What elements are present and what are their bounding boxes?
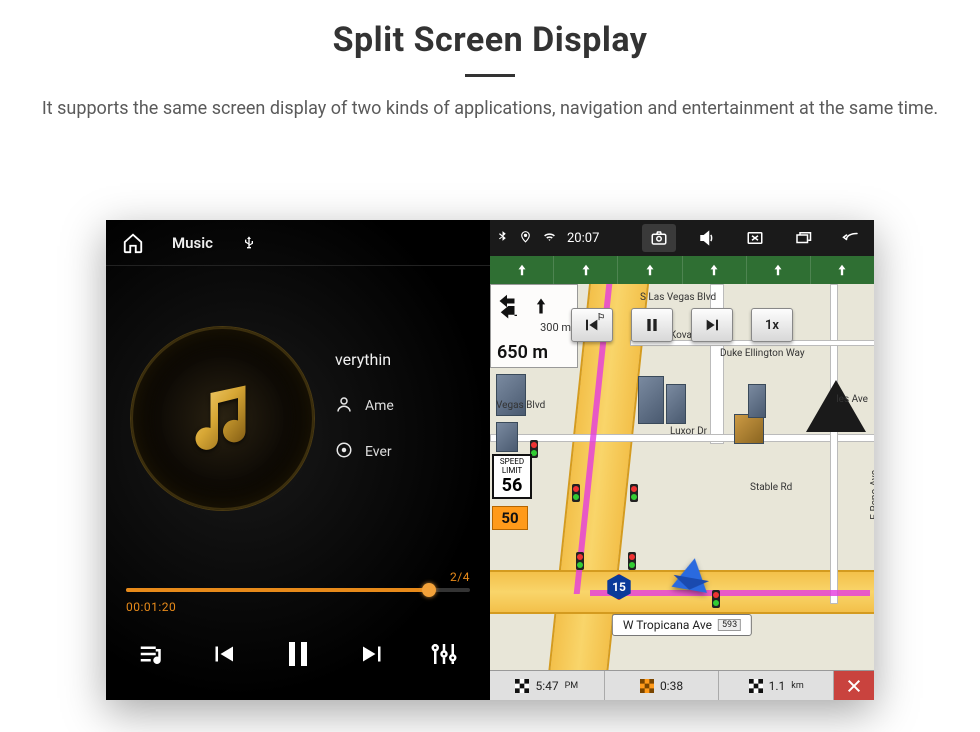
track-meta: verythin Ame Ever bbox=[335, 350, 486, 487]
previous-button[interactable] bbox=[208, 639, 238, 669]
footer-time-remaining[interactable]: 0:38 bbox=[605, 671, 720, 700]
location-icon bbox=[519, 230, 532, 247]
playlist-button[interactable] bbox=[137, 639, 167, 669]
turn-distance-far: 650 m bbox=[497, 342, 548, 363]
speed-limit-sign: SPEED LIMIT 56 bbox=[492, 454, 532, 499]
volume-button[interactable] bbox=[690, 224, 724, 252]
home-icon[interactable] bbox=[122, 232, 144, 254]
music-panel: Music bbox=[106, 220, 490, 700]
artist-name: Ame bbox=[365, 398, 394, 414]
page-subtitle: It supports the same screen display of t… bbox=[0, 95, 980, 122]
lane-arrow bbox=[618, 256, 682, 284]
page-title: Split Screen Display bbox=[0, 20, 980, 60]
turn-instruction: 300 m 650 m bbox=[490, 284, 578, 368]
music-body: verythin Ame Ever bbox=[106, 266, 490, 570]
sim-pause-button[interactable] bbox=[631, 308, 673, 342]
progress-slider[interactable] bbox=[126, 588, 470, 592]
title-divider bbox=[465, 74, 515, 77]
next-button[interactable] bbox=[358, 639, 388, 669]
street-label: S Las Vegas Blvd bbox=[640, 292, 716, 303]
elapsed-time: 00:01:20 bbox=[126, 600, 470, 614]
lane-guidance bbox=[490, 256, 874, 284]
status-bar: 20:07 bbox=[490, 220, 874, 256]
pause-button[interactable] bbox=[280, 636, 316, 672]
street-label: Vegas Blvd bbox=[496, 400, 545, 411]
turn-distance-near: 300 m bbox=[497, 321, 571, 334]
track-title: verythin bbox=[335, 350, 486, 369]
lane-arrow bbox=[747, 256, 811, 284]
album-name: Ever bbox=[365, 444, 392, 460]
device-frame: Music bbox=[106, 220, 874, 700]
nav-footer: 5:47 PM 0:38 1.1 km bbox=[490, 670, 874, 700]
back-button[interactable] bbox=[834, 224, 868, 252]
bluetooth-icon bbox=[496, 230, 509, 247]
music-topbar: Music bbox=[106, 220, 490, 266]
status-time: 20:07 bbox=[567, 231, 599, 246]
sim-skip-button[interactable] bbox=[691, 308, 733, 342]
recents-button[interactable] bbox=[786, 224, 820, 252]
street-label: Stable Rd bbox=[750, 482, 792, 493]
lane-arrow bbox=[683, 256, 747, 284]
lane-arrow bbox=[811, 256, 874, 284]
album-art bbox=[130, 326, 315, 511]
close-app-button[interactable] bbox=[738, 224, 772, 252]
sim-speed-button[interactable]: 1x bbox=[751, 308, 793, 342]
lane-arrow bbox=[490, 256, 554, 284]
sim-restart-button[interactable]: ⚐ bbox=[571, 308, 613, 342]
album-row: Ever bbox=[335, 441, 486, 463]
navigation-panel: 20:07 bbox=[490, 220, 874, 700]
wifi-icon bbox=[542, 230, 557, 247]
footer-distance[interactable]: 1.1 km bbox=[719, 671, 834, 700]
map[interactable]: S Las Vegas Blvd Koval Ln Duke Ellington… bbox=[490, 284, 874, 670]
vehicle-marker bbox=[672, 555, 713, 593]
person-icon bbox=[335, 395, 353, 417]
usb-icon[interactable] bbox=[241, 233, 257, 253]
pyramid-landmark bbox=[806, 380, 866, 432]
street-label: les Ave bbox=[836, 394, 868, 405]
music-controls bbox=[106, 614, 490, 700]
track-count: 2/4 bbox=[126, 570, 470, 584]
music-note-icon bbox=[179, 374, 267, 462]
artist-row: Ame bbox=[335, 395, 486, 417]
equalizer-button[interactable] bbox=[429, 639, 459, 669]
street-label: Luxor Dr bbox=[670, 426, 707, 437]
current-speed: 50 bbox=[492, 506, 528, 530]
disc-icon bbox=[335, 441, 353, 463]
lane-arrow bbox=[554, 256, 618, 284]
sim-controls: ⚐ 1x bbox=[571, 308, 793, 342]
footer-eta[interactable]: 5:47 PM bbox=[490, 671, 605, 700]
music-app-label: Music bbox=[172, 234, 213, 252]
street-label: E Reno Ave bbox=[870, 470, 874, 520]
progress-area: 2/4 00:01:20 bbox=[106, 570, 490, 614]
current-road-label: W Tropicana Ave 593 bbox=[612, 614, 752, 636]
nav-close-button[interactable] bbox=[834, 671, 874, 700]
street-label: Duke Ellington Way bbox=[720, 348, 805, 359]
screenshot-button[interactable] bbox=[642, 224, 676, 252]
